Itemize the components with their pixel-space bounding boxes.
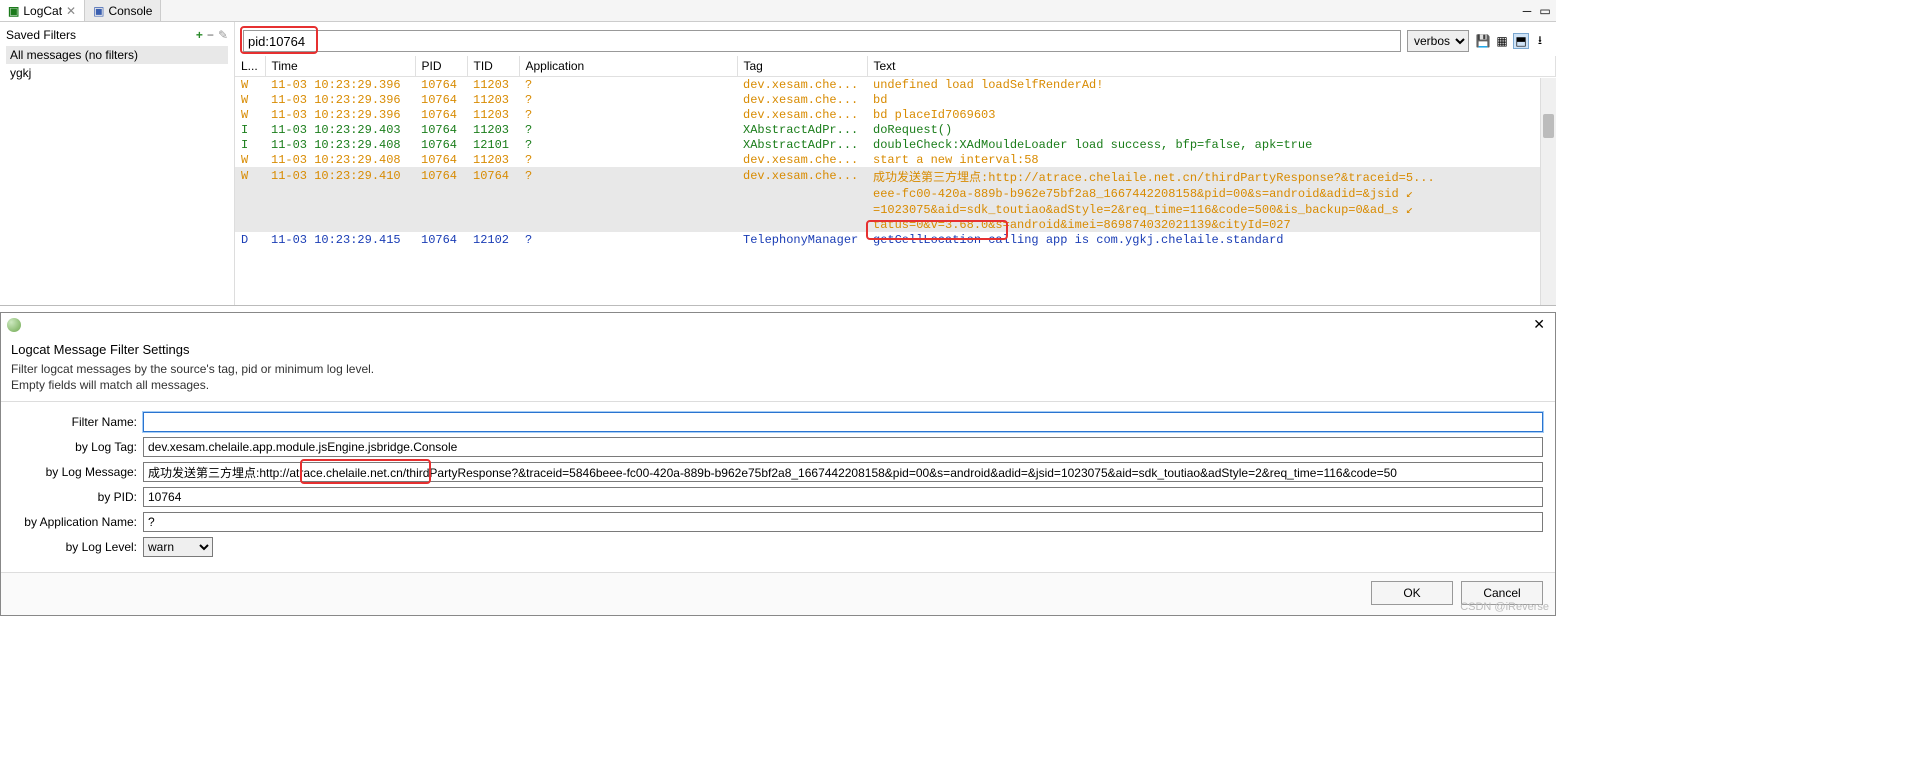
scroll-lock-icon[interactable]: ⬒ (1513, 33, 1529, 49)
col-app[interactable]: Application (519, 56, 737, 77)
tab-console[interactable]: ▣ Console (85, 0, 161, 21)
filter-settings-dialog: ✕ Logcat Message Filter Settings Filter … (0, 312, 1556, 616)
table-row[interactable]: I11-03 10:23:29.4031076411203?XAbstractA… (235, 122, 1556, 137)
table-row[interactable]: W11-03 10:23:29.3961076411203?dev.xesam.… (235, 77, 1556, 93)
table-row-continuation: eee-fc00-420a-889b-b962e75bf2a8_16674422… (235, 185, 1556, 201)
filter-item-all[interactable]: All messages (no filters) (6, 46, 228, 64)
col-pid[interactable]: PID (415, 56, 467, 77)
label-by-level: by Log Level: (13, 540, 143, 554)
scrollbar-thumb[interactable] (1543, 114, 1554, 138)
log-pane: verbose 💾 ▦ ⬒ ⭳ L... Time PID T (235, 22, 1556, 305)
log-scrollbar[interactable] (1540, 78, 1556, 305)
view-window-controls: ─ ▭ (1516, 0, 1556, 21)
watermark: CSDN @iReverse (1460, 601, 1549, 613)
input-by-tag[interactable] (143, 437, 1543, 457)
table-row-continuation: =1023075&aid=sdk_toutiao&adStyle=2&req_t… (235, 201, 1556, 217)
remove-filter-icon[interactable]: − (207, 28, 214, 42)
clear-log-icon[interactable]: ▦ (1494, 33, 1510, 49)
view-tab-bar: ▣ LogCat ✕ ▣ Console ─ ▭ (0, 0, 1556, 22)
tab-logcat[interactable]: ▣ LogCat ✕ (0, 0, 85, 21)
main-split: Saved Filters + − ✎ All messages (no fil… (0, 22, 1556, 306)
table-row[interactable]: W11-03 10:23:29.4101076410764?dev.xesam.… (235, 167, 1556, 185)
close-icon[interactable]: ✕ (66, 4, 76, 18)
edit-filter-icon[interactable]: ✎ (218, 28, 228, 42)
save-log-icon[interactable]: 💾 (1475, 33, 1491, 49)
label-by-app: by Application Name: (13, 515, 143, 529)
export-icon[interactable]: ⭳ (1532, 33, 1548, 49)
console-icon: ▣ (93, 4, 104, 18)
label-by-pid: by PID: (13, 490, 143, 504)
table-row[interactable]: I11-03 10:23:29.4081076412101?XAbstractA… (235, 137, 1556, 152)
dialog-close-icon[interactable]: ✕ (1529, 316, 1549, 333)
input-by-pid[interactable] (143, 487, 1543, 507)
table-row[interactable]: W11-03 10:23:29.3961076411203?dev.xesam.… (235, 92, 1556, 107)
label-by-tag: by Log Tag: (13, 440, 143, 454)
table-row[interactable]: D11-03 10:23:29.4151076412102?TelephonyM… (235, 232, 1556, 247)
input-by-msg[interactable] (143, 462, 1543, 482)
col-level[interactable]: L... (235, 56, 265, 77)
dialog-desc-2: Empty fields will match all messages. (11, 378, 209, 392)
add-filter-icon[interactable]: + (196, 28, 203, 42)
dialog-desc-1: Filter logcat messages by the source's t… (11, 362, 374, 376)
col-tag[interactable]: Tag (737, 56, 867, 77)
label-filter-name: Filter Name: (13, 415, 143, 429)
col-time[interactable]: Time (265, 56, 415, 77)
tab-console-label: Console (108, 4, 152, 18)
col-tid[interactable]: TID (467, 56, 519, 77)
input-by-app[interactable] (143, 512, 1543, 532)
maximize-icon[interactable]: ▭ (1538, 4, 1552, 18)
dialog-icon (7, 318, 21, 332)
table-row-continuation: tatus=0&v=3.68.0&s=android&imei=86987403… (235, 217, 1556, 232)
col-text[interactable]: Text (867, 56, 1556, 77)
saved-filters-title: Saved Filters (6, 28, 76, 42)
minimize-icon[interactable]: ─ (1520, 4, 1534, 18)
filter-text-input[interactable] (243, 30, 1401, 52)
table-header-row: L... Time PID TID Application Tag Text (235, 56, 1556, 77)
label-by-msg: by Log Message: (13, 465, 143, 479)
filter-item-ygkj[interactable]: ygkj (6, 64, 228, 82)
ok-button[interactable]: OK (1371, 581, 1453, 605)
input-filter-name[interactable] (143, 412, 1543, 432)
saved-filters-panel: Saved Filters + − ✎ All messages (no fil… (0, 22, 235, 305)
log-table: L... Time PID TID Application Tag Text W… (235, 56, 1556, 305)
dialog-title: Logcat Message Filter Settings (11, 342, 1545, 357)
log-level-select[interactable]: verbose (1407, 30, 1469, 52)
table-row[interactable]: W11-03 10:23:29.4081076411203?dev.xesam.… (235, 152, 1556, 167)
select-by-level[interactable]: warn (143, 537, 213, 557)
log-toolbar: 💾 ▦ ⬒ ⭳ (1475, 33, 1548, 49)
tab-logcat-label: LogCat (23, 4, 62, 18)
logcat-icon: ▣ (8, 4, 19, 18)
table-row[interactable]: W11-03 10:23:29.3961076411203?dev.xesam.… (235, 107, 1556, 122)
